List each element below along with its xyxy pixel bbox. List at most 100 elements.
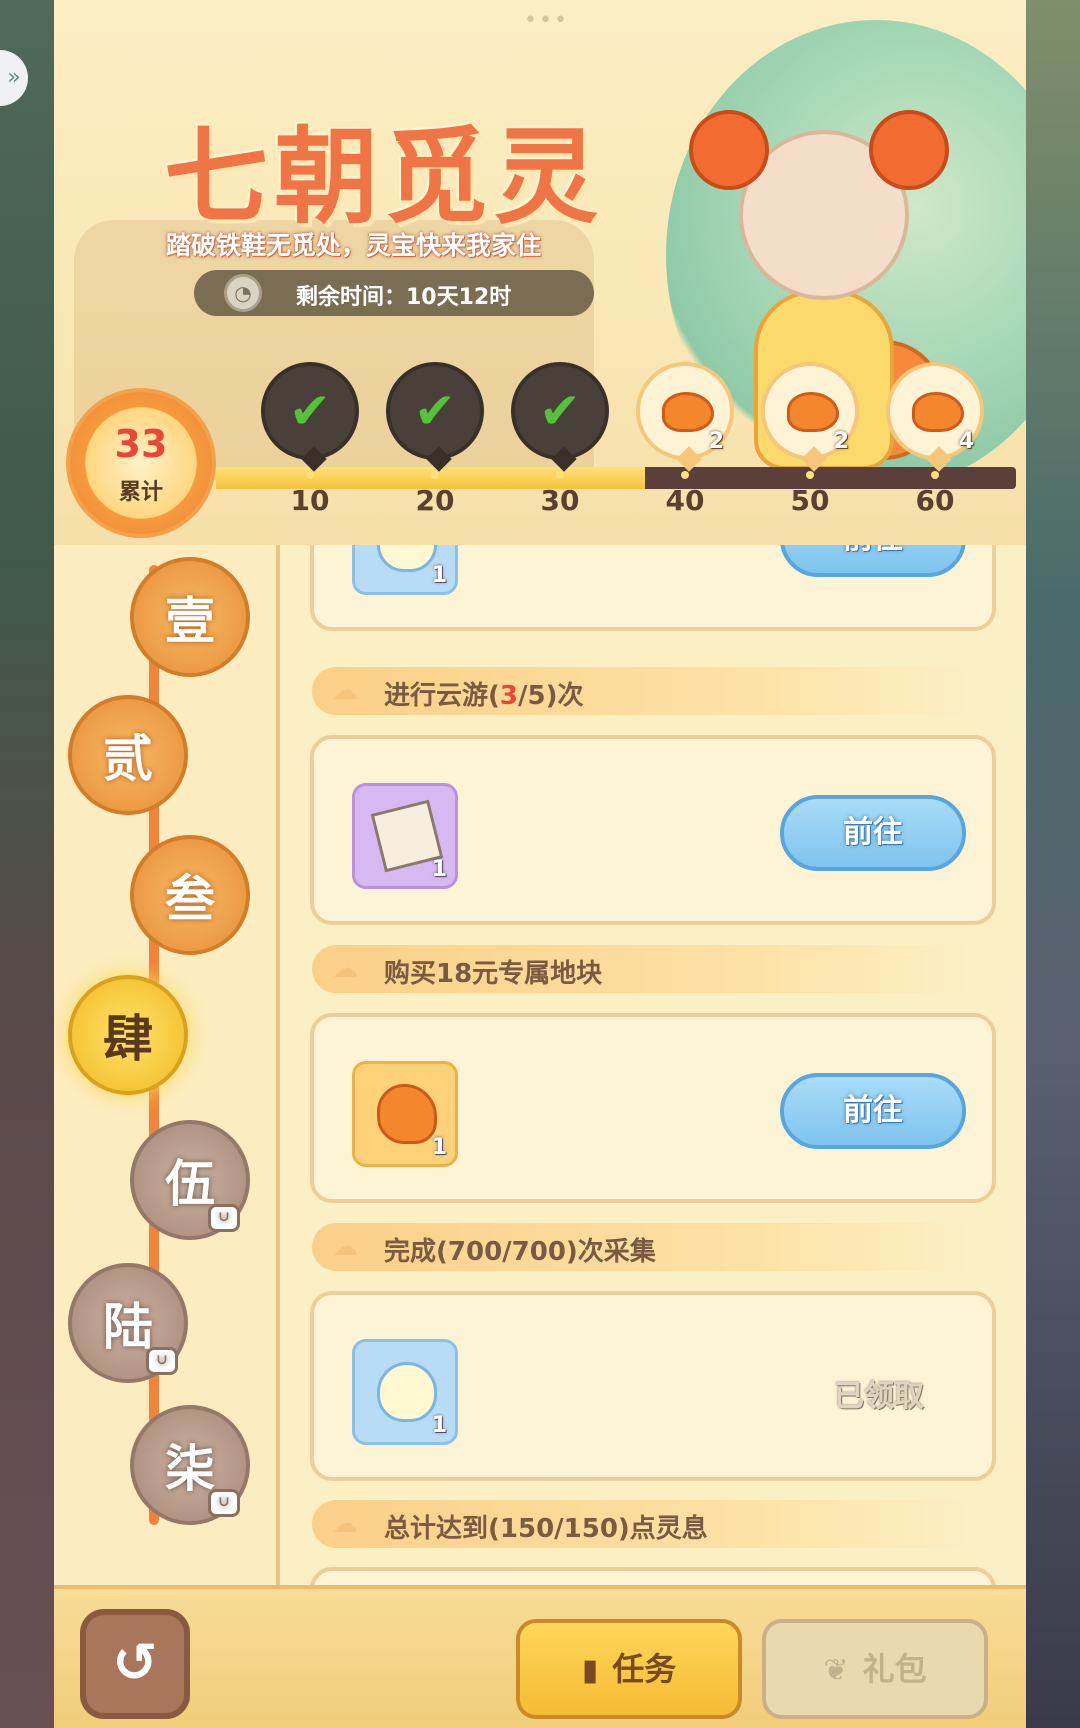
check-icon: ✔ xyxy=(289,382,331,440)
milestone-dot xyxy=(806,471,814,479)
task-header: ☁ 总计达到(150/150)点灵息 xyxy=(312,1500,972,1548)
go-button[interactable]: 前往 xyxy=(780,545,966,577)
fish-icon xyxy=(787,392,839,432)
tab-tasks[interactable]: ▮ 任务 xyxy=(516,1619,742,1719)
left-scene-backdrop xyxy=(0,0,56,1728)
task-card xyxy=(310,1567,996,1585)
cumulative-count-badge: 33 累计 xyxy=(66,388,216,538)
tab-tasks-label: 任务 xyxy=(612,1650,677,1688)
reward-quantity: 1 xyxy=(431,1413,447,1438)
drag-handle[interactable]: ••• xyxy=(524,8,569,33)
tab-gifts-label: 礼包 xyxy=(862,1650,927,1688)
milestone-tick-label: 10 xyxy=(290,484,330,517)
milestone-reward-bubble[interactable]: 2 xyxy=(636,362,734,472)
task-title: 购买18元专属地块 xyxy=(384,959,603,989)
clock-icon: ◔ xyxy=(224,274,262,312)
milestone-dot xyxy=(556,471,564,479)
milestone-dot xyxy=(681,471,689,479)
reward-quantity: 1 xyxy=(431,563,447,588)
milestone-reward-bubble[interactable]: ✔ xyxy=(511,362,609,472)
go-button[interactable]: 前往 xyxy=(780,1073,966,1149)
cloud-icon: ☁ xyxy=(332,954,358,984)
task-title: 完成(700/700)次采集 xyxy=(384,1237,656,1267)
cumulative-count: 33 xyxy=(114,422,168,466)
milestone-20[interactable]: ✔ 20 xyxy=(385,362,485,517)
pearl-shell-icon xyxy=(377,545,437,572)
right-scene-backdrop xyxy=(1024,0,1080,1728)
milestone-40[interactable]: 2 40 xyxy=(635,362,735,517)
task-card: 1 已领取 xyxy=(310,1291,996,1481)
lock-icon: ∪ xyxy=(208,1489,240,1517)
milestone-tick-label: 30 xyxy=(540,484,580,517)
cloud-icon: ☁ xyxy=(332,1509,358,1539)
cloud-icon: ☁ xyxy=(332,676,358,706)
chapter-6[interactable]: 陆 ∪ xyxy=(68,1263,188,1383)
milestone-tick-label: 20 xyxy=(415,484,455,517)
reward-item[interactable]: 1 xyxy=(352,783,458,889)
milestone-reward-bubble[interactable]: ✔ xyxy=(386,362,484,472)
cumulative-label: 累计 xyxy=(118,480,163,505)
task-header: ☁ 购买18元专属地块 xyxy=(312,945,972,993)
check-icon: ✔ xyxy=(414,382,456,440)
bottom-bar: ↺ ▮ 任务 ❦ 礼包 xyxy=(54,1585,1026,1728)
task-header: ☁ 完成(700/700)次采集 xyxy=(312,1223,972,1271)
chapter-2[interactable]: 贰 xyxy=(68,695,188,815)
chapter-3[interactable]: 叁 xyxy=(130,835,250,955)
milestone-30[interactable]: ✔ 30 xyxy=(510,362,610,517)
reward-quantity: 1 xyxy=(431,1135,447,1160)
return-arrow-icon: ↺ xyxy=(112,1631,158,1694)
milestone-tick-label: 60 xyxy=(915,484,955,517)
chapter-sidebar: 壹贰叁肆伍 ∪ 陆 ∪ 柒 ∪ xyxy=(54,545,280,1585)
event-title: 七朝觅灵 xyxy=(164,115,605,238)
reward-item[interactable]: 1 xyxy=(352,1339,458,1445)
event-panel: ••• 七朝觅灵 踏破铁鞋无觅处，灵宝快来我家住 ◔ 剩余时间：10天12时 ✔… xyxy=(54,0,1026,1728)
spirit-egg-icon xyxy=(377,1362,437,1422)
fish-icon xyxy=(662,392,714,432)
task-title: 进行云游(3/5)次 xyxy=(384,681,584,711)
task-title: 总计达到(150/150)点灵息 xyxy=(384,1514,708,1544)
reward-item[interactable]: 1 xyxy=(352,1061,458,1167)
claimed-status: 已领取 xyxy=(834,1379,924,1414)
milestone-reward-bubble[interactable]: 2 xyxy=(761,362,859,472)
event-subtitle: 踏破铁鞋无觅处，灵宝快来我家住 xyxy=(166,231,542,260)
milestone-tick-label: 40 xyxy=(665,484,705,517)
reward-quantity: 2 xyxy=(708,429,724,454)
gift-bag-icon: ❦ xyxy=(823,1653,849,1688)
chapter-1[interactable]: 壹 xyxy=(130,557,250,677)
reward-quantity: 1 xyxy=(431,857,447,882)
milestone-60[interactable]: 4 60 xyxy=(885,362,985,517)
task-card: 1 前往 xyxy=(310,545,996,631)
milestone-10[interactable]: ✔ 10 xyxy=(260,362,360,517)
hair-bun-right xyxy=(869,110,949,190)
reward-quantity: 4 xyxy=(958,429,974,454)
task-header: ☁ 进行云游(3/5)次 xyxy=(312,667,972,715)
book-icon: ▮ xyxy=(581,1653,599,1688)
milestone-reward-bubble[interactable]: 4 xyxy=(886,362,984,472)
chapter-5[interactable]: 伍 ∪ xyxy=(130,1120,250,1240)
milestone-50[interactable]: 2 50 xyxy=(760,362,860,517)
reward-item[interactable]: 1 xyxy=(352,545,458,595)
go-button[interactable]: 前往 xyxy=(780,795,966,871)
event-header: ••• 七朝觅灵 踏破铁鞋无觅处，灵宝快来我家住 ◔ 剩余时间：10天12时 ✔… xyxy=(54,0,1026,545)
task-card: 1 前往 xyxy=(310,735,996,925)
back-button[interactable]: ↺ xyxy=(80,1609,190,1719)
task-card: 1 前往 xyxy=(310,1013,996,1203)
fish-icon xyxy=(912,392,964,432)
task-list[interactable]: 1 前往 ☁ 进行云游(3/5)次 1 前往 ☁ 购买18元专属地块 1 xyxy=(284,545,1026,1585)
tab-gifts[interactable]: ❦ 礼包 xyxy=(762,1619,988,1719)
chapter-7[interactable]: 柒 ∪ xyxy=(130,1405,250,1525)
milestone-dot xyxy=(931,471,939,479)
reward-quantity: 2 xyxy=(833,429,849,454)
milestone-reward-bubble[interactable]: ✔ xyxy=(261,362,359,472)
remaining-time-bar: ◔ 剩余时间：10天12时 xyxy=(194,270,594,316)
check-icon: ✔ xyxy=(539,382,581,440)
chapter-4[interactable]: 肆 xyxy=(68,975,188,1095)
hair-bun-left xyxy=(689,110,769,190)
fish-pile-icon xyxy=(377,1084,437,1144)
lock-icon: ∪ xyxy=(146,1347,178,1375)
remaining-time-text: 剩余时间：10天12时 xyxy=(296,285,512,310)
lock-icon: ∪ xyxy=(208,1204,240,1232)
milestone-tick-label: 50 xyxy=(790,484,830,517)
milestone-dot xyxy=(306,471,314,479)
milestone-dot xyxy=(431,471,439,479)
